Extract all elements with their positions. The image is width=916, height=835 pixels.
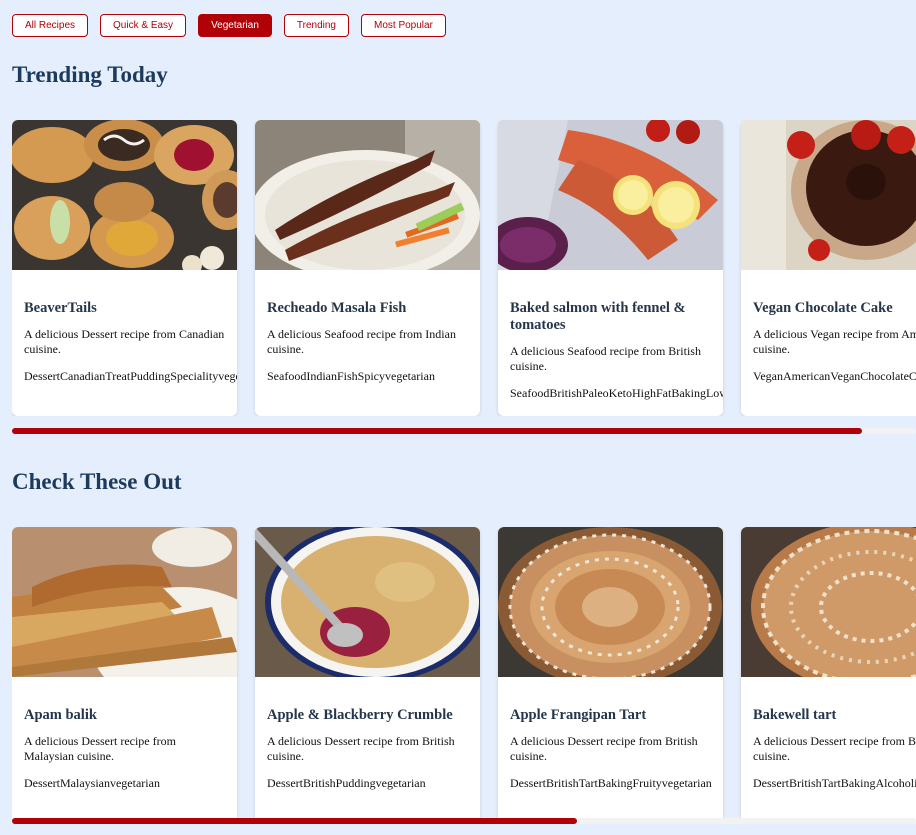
recipe-title[interactable]: BeaverTails	[24, 300, 225, 317]
recipe-image-vegan-chocolate-cake	[741, 120, 916, 270]
recipe-description: A delicious Seafood recipe from Indian c…	[267, 327, 456, 356]
recipe-tags: DessertBritishTartBakingFruityvegetarian	[510, 776, 712, 790]
filter-quick-easy[interactable]: Quick & Easy	[100, 14, 187, 37]
recipe-card[interactable]: Recheado Masala Fish A delicious Seafood…	[255, 120, 480, 416]
filter-most-popular[interactable]: Most Popular	[361, 14, 446, 37]
trending-scrollbar[interactable]	[12, 428, 916, 434]
recipe-title[interactable]: Apple Frangipan Tart	[510, 707, 711, 724]
recipe-image-bakewell-tart	[741, 527, 916, 677]
recipe-card[interactable]: Vegan Chocolate Cake A delicious Vegan r…	[741, 120, 916, 416]
recipe-image-apple-blackberry-crumble	[255, 527, 480, 677]
recipe-description: A delicious Dessert recipe from Canadian…	[24, 327, 225, 356]
recipe-image-apam-balik	[12, 527, 237, 677]
recipe-description: A delicious Dessert recipe from British …	[510, 734, 698, 763]
recipe-description: A delicious Dessert recipe from British …	[267, 734, 455, 763]
recipe-tags: DessertBritishPuddingvegetarian	[267, 776, 426, 790]
recipe-title[interactable]: Apam balik	[24, 707, 225, 724]
recipe-description: A delicious Vegan recipe from American c…	[753, 327, 916, 356]
recipe-card[interactable]: Apple Frangipan Tart A delicious Dessert…	[498, 527, 723, 823]
filter-vegetarian[interactable]: Vegetarian	[198, 14, 272, 37]
recipe-image-apple-frangipan-tart	[498, 527, 723, 677]
trending-scrollbar-thumb[interactable]	[12, 428, 862, 434]
check-these-out-scrollbar[interactable]	[12, 818, 916, 824]
recipe-title[interactable]: Baked salmon with fennel & tomatoes	[510, 300, 711, 334]
recipe-card[interactable]: Baked salmon with fennel & tomatoes A de…	[498, 120, 723, 416]
recipe-image-beavertails	[12, 120, 237, 270]
recipe-title[interactable]: Bakewell tart	[753, 707, 916, 724]
filter-bar: All Recipes Quick & Easy Vegetarian Tren…	[12, 14, 446, 37]
recipe-tags: DessertCanadianTreatPuddingSpecialityveg…	[24, 369, 237, 383]
check-these-out-scrollbar-thumb[interactable]	[12, 818, 577, 824]
recipe-card[interactable]: BeaverTails A delicious Dessert recipe f…	[12, 120, 237, 416]
recipe-tags: SeafoodIndianFishSpicyvegetarian	[267, 369, 435, 383]
filter-trending[interactable]: Trending	[283, 14, 349, 37]
section-title-trending: Trending Today	[12, 62, 168, 87]
recipe-card[interactable]: Bakewell tart A delicious Dessert recipe…	[741, 527, 916, 823]
recipe-tags: SeafoodBritishPaleoKetoHighFatBakingLowC…	[510, 386, 723, 400]
recipe-title[interactable]: Recheado Masala Fish	[267, 300, 468, 317]
recipe-tags: VeganAmericanVeganChocolateCakevegetaria…	[753, 369, 916, 383]
recipe-card[interactable]: Apple & Blackberry Crumble A delicious D…	[255, 527, 480, 823]
recipe-tags: DessertMalaysianvegetarian	[24, 776, 160, 790]
recipe-title[interactable]: Vegan Chocolate Cake	[753, 300, 916, 317]
recipe-description: A delicious Dessert recipe from Malaysia…	[24, 734, 176, 763]
recipe-tags: DessertBritishTartBakingAlcoholicvegetar…	[753, 776, 916, 790]
filter-all-recipes[interactable]: All Recipes	[12, 14, 89, 37]
recipe-image-baked-salmon	[498, 120, 723, 270]
recipe-description: A delicious Seafood recipe from British …	[510, 344, 701, 373]
recipe-description: A delicious Dessert recipe from British …	[753, 734, 916, 763]
check-these-out-carousel[interactable]: Apam balik A delicious Dessert recipe fr…	[12, 527, 916, 823]
recipe-card[interactable]: Apam balik A delicious Dessert recipe fr…	[12, 527, 237, 823]
recipe-title[interactable]: Apple & Blackberry Crumble	[267, 707, 468, 724]
trending-carousel[interactable]: BeaverTails A delicious Dessert recipe f…	[12, 120, 916, 416]
section-title-check-these-out: Check These Out	[12, 469, 182, 494]
recipe-image-recheado-masala-fish	[255, 120, 480, 270]
